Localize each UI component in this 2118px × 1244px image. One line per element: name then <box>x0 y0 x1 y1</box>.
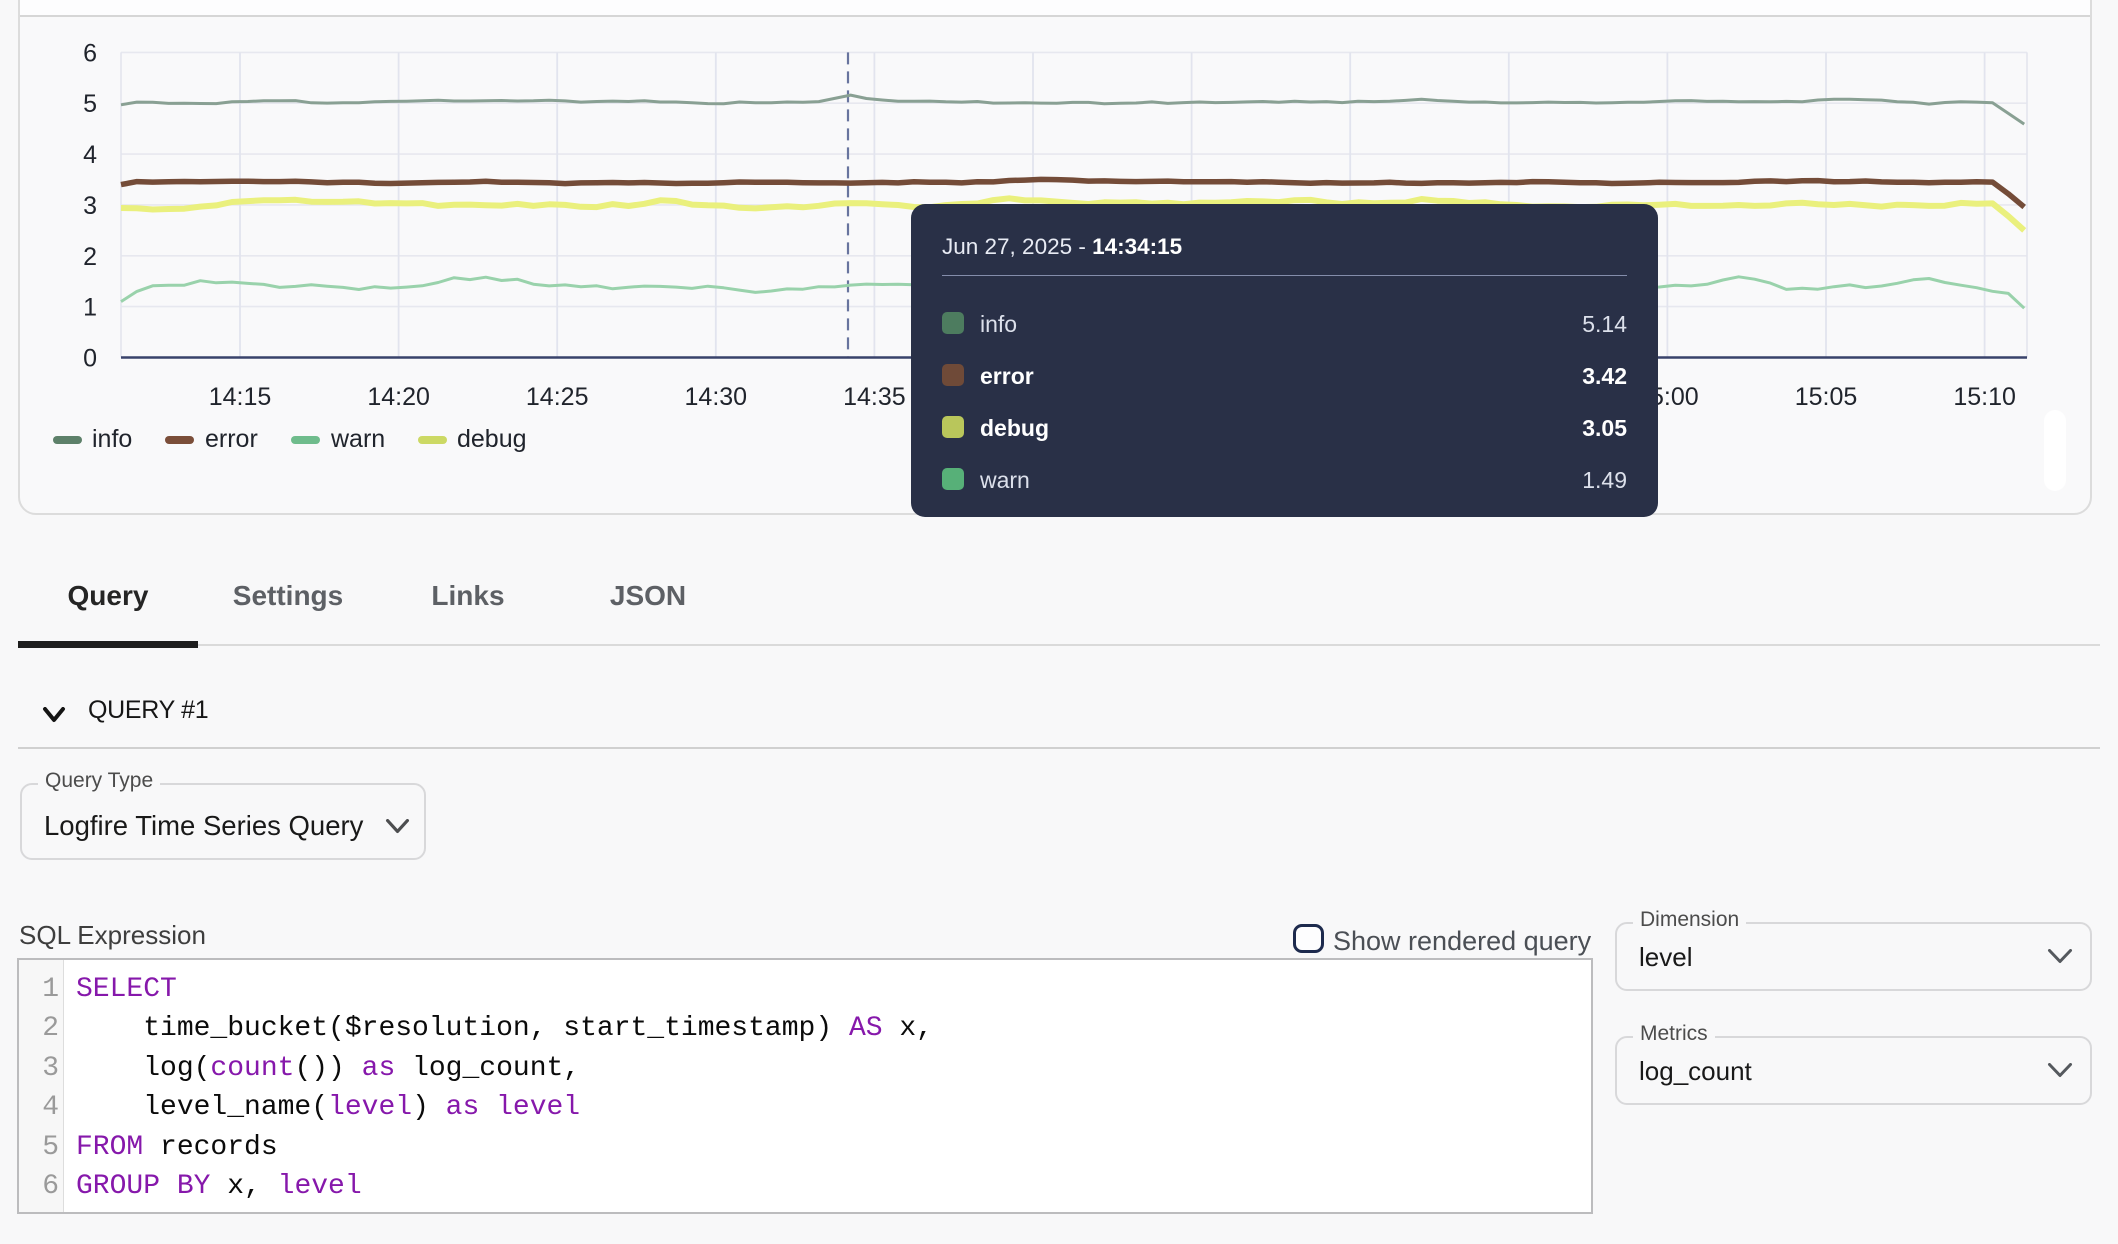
svg-text:15:10: 15:10 <box>1953 383 2016 411</box>
svg-text:error: error <box>205 425 258 453</box>
svg-text:3: 3 <box>83 192 97 220</box>
svg-text:15:05: 15:05 <box>1795 383 1858 411</box>
svg-text:1: 1 <box>83 294 97 322</box>
svg-text:14:15: 14:15 <box>209 383 272 411</box>
svg-text:14:30: 14:30 <box>685 383 748 411</box>
svg-text:4: 4 <box>83 141 97 169</box>
svg-text:warn: warn <box>330 425 385 453</box>
svg-text:14:25: 14:25 <box>526 383 589 411</box>
svg-text:14:20: 14:20 <box>367 383 430 411</box>
svg-text:5: 5 <box>83 90 97 118</box>
svg-text:info: info <box>92 425 132 453</box>
svg-text:14:35: 14:35 <box>843 383 906 411</box>
svg-text:6: 6 <box>83 39 97 67</box>
svg-text:0: 0 <box>83 345 97 373</box>
svg-text:2: 2 <box>83 243 97 271</box>
svg-text:debug: debug <box>457 425 527 453</box>
